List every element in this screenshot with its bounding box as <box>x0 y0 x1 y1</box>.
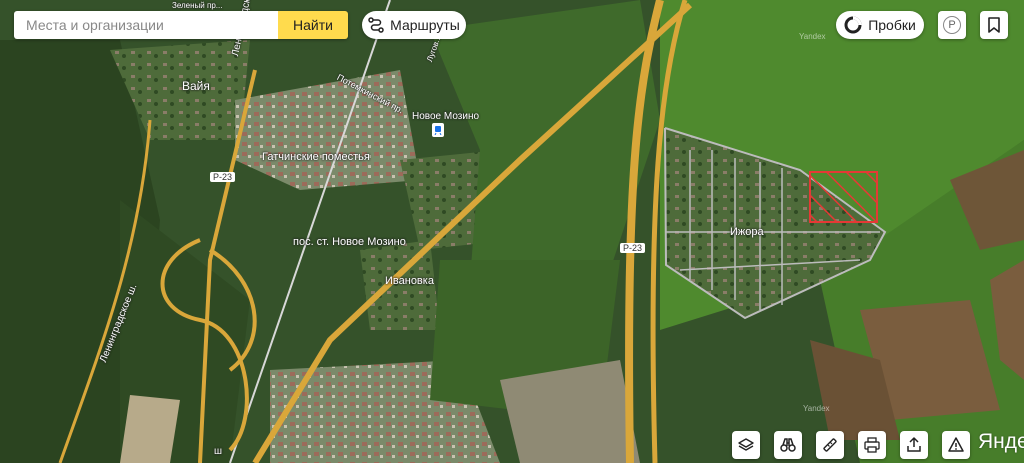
route-icon <box>368 17 384 33</box>
sand-pit <box>120 395 180 463</box>
place-gatchina-estates: Гатчинские поместья <box>262 151 370 163</box>
layers-icon <box>738 438 754 451</box>
traffic-button[interactable]: Пробки <box>836 11 924 39</box>
search-bar: Найти <box>14 11 348 39</box>
place-vaya: Вайя <box>182 79 210 93</box>
place-izhora: Ижора <box>730 226 764 238</box>
place-new-mozino-station: Новое Мозино <box>412 111 480 122</box>
share-icon <box>907 437 921 452</box>
parking-icon: P <box>943 16 961 34</box>
highlighted-plot <box>809 171 878 223</box>
street-partial-bottom: ш <box>214 446 223 457</box>
yandex-logo[interactable]: Яндекс <box>978 430 1024 454</box>
ruler-button[interactable] <box>816 431 844 459</box>
search-input[interactable] <box>14 11 278 39</box>
panorama-button[interactable] <box>774 431 802 459</box>
bookmarks-button[interactable] <box>980 11 1008 39</box>
traffic-icon <box>844 16 862 34</box>
layers-button[interactable] <box>732 431 760 459</box>
parking-button[interactable]: P <box>938 11 966 39</box>
search-button[interactable]: Найти <box>278 11 348 39</box>
street-partial-top: Зеленый пр... <box>172 1 223 10</box>
routes-button[interactable]: Маршруты <box>362 11 466 39</box>
satellite-map[interactable] <box>0 0 1024 463</box>
print-icon <box>864 437 880 453</box>
train-station-icon[interactable] <box>432 123 444 137</box>
watermark-top: Yandex <box>799 32 826 41</box>
place-new-mozino-settlement: пос. ст. Новое Мозино <box>293 236 406 248</box>
road-badge-r23-east: Р-23 <box>620 243 646 253</box>
routes-label: Маршруты <box>390 17 460 33</box>
share-button[interactable] <box>900 431 928 459</box>
warning-icon <box>948 437 964 452</box>
watermark-bottom: Yandex <box>803 404 830 413</box>
binoculars-icon <box>780 438 796 452</box>
ruler-icon <box>823 438 837 452</box>
print-button[interactable] <box>858 431 886 459</box>
traffic-label: Пробки <box>868 17 916 33</box>
place-ivanovka: Ивановка <box>385 275 434 287</box>
report-error-button[interactable] <box>942 431 970 459</box>
road-badge-r23-west: Р-23 <box>210 172 236 182</box>
bookmark-icon <box>988 17 1000 33</box>
